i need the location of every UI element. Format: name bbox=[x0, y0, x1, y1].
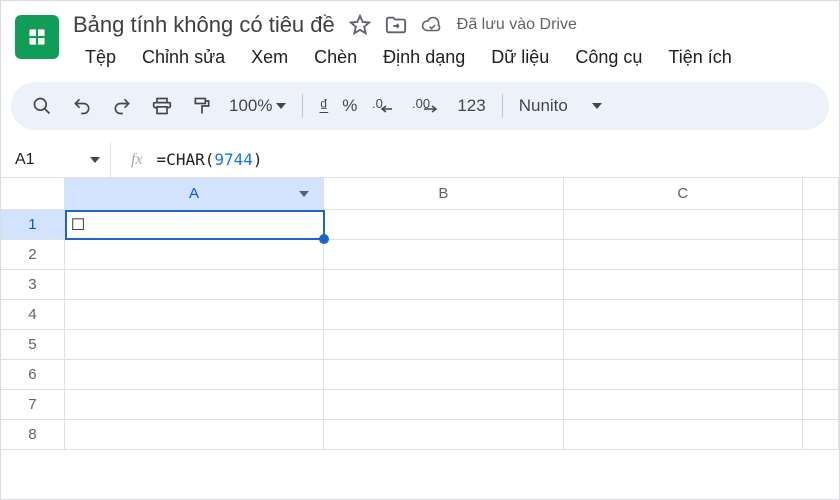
toolbar: 100% ₫ % .0 .00 123 Nunito bbox=[11, 82, 829, 130]
cell-a3[interactable] bbox=[65, 270, 324, 300]
cell-c1[interactable] bbox=[564, 210, 803, 240]
cell-c3[interactable] bbox=[564, 270, 803, 300]
menubar: Tệp Chỉnh sửa Xem Chèn Định dạng Dữ liệu… bbox=[73, 43, 823, 72]
cell-c5[interactable] bbox=[564, 330, 803, 360]
row-header-1[interactable]: 1 bbox=[1, 210, 65, 240]
font-select[interactable]: Nunito bbox=[515, 96, 606, 116]
star-icon[interactable] bbox=[349, 14, 371, 36]
menu-extensions[interactable]: Tiện ích bbox=[656, 43, 743, 72]
cell-d5[interactable] bbox=[803, 330, 839, 360]
cell-b7[interactable] bbox=[324, 390, 563, 420]
column-filter-icon[interactable] bbox=[299, 191, 309, 197]
increase-decimal-button[interactable]: .00 bbox=[407, 89, 447, 123]
toolbar-separator bbox=[302, 94, 303, 118]
saved-status-text: Đã lưu vào Drive bbox=[457, 16, 577, 34]
name-box-value: A1 bbox=[15, 151, 35, 169]
cell-a2[interactable] bbox=[65, 240, 324, 270]
move-to-folder-icon[interactable] bbox=[385, 14, 407, 36]
chevron-down-icon bbox=[592, 103, 602, 109]
cell-a6[interactable] bbox=[65, 360, 324, 390]
toolbar-separator bbox=[502, 94, 503, 118]
print-icon[interactable] bbox=[145, 89, 179, 123]
menu-file[interactable]: Tệp bbox=[73, 43, 128, 72]
formula-bar-row: A1 fx =CHAR(9744) bbox=[1, 142, 839, 178]
cell-b8[interactable] bbox=[324, 420, 563, 450]
row-header-4[interactable]: 4 bbox=[1, 300, 65, 330]
row-header-8[interactable]: 8 bbox=[1, 420, 65, 450]
cell-b2[interactable] bbox=[324, 240, 563, 270]
menu-view[interactable]: Xem bbox=[239, 43, 300, 72]
format-percent-button[interactable]: % bbox=[338, 96, 361, 116]
row-header-7[interactable]: 7 bbox=[1, 390, 65, 420]
spreadsheet-grid: A B C 1 ☐ 2 3 bbox=[1, 178, 839, 450]
cell-d4[interactable] bbox=[803, 300, 839, 330]
row-header-3[interactable]: 3 bbox=[1, 270, 65, 300]
select-all-corner[interactable] bbox=[1, 178, 65, 210]
menu-format[interactable]: Định dạng bbox=[371, 43, 477, 72]
more-formats-button[interactable]: 123 bbox=[453, 96, 489, 116]
font-name: Nunito bbox=[519, 96, 568, 116]
cell-b5[interactable] bbox=[324, 330, 563, 360]
cell-c6[interactable] bbox=[564, 360, 803, 390]
cell-d3[interactable] bbox=[803, 270, 839, 300]
decrease-decimal-button[interactable]: .0 bbox=[367, 89, 401, 123]
column-header-a[interactable]: A bbox=[65, 178, 324, 210]
cell-c2[interactable] bbox=[564, 240, 803, 270]
cell-a7[interactable] bbox=[65, 390, 324, 420]
cell-a1[interactable]: ☐ bbox=[65, 210, 324, 240]
search-icon[interactable] bbox=[25, 89, 59, 123]
cell-a4[interactable] bbox=[65, 300, 324, 330]
cell-d1[interactable] bbox=[803, 210, 839, 240]
fx-label: fx bbox=[111, 151, 157, 169]
row-header-2[interactable]: 2 bbox=[1, 240, 65, 270]
formula-input[interactable]: =CHAR(9744) bbox=[157, 150, 263, 169]
cell-b6[interactable] bbox=[324, 360, 563, 390]
cell-c7[interactable] bbox=[564, 390, 803, 420]
chevron-down-icon bbox=[276, 103, 286, 109]
menu-tools[interactable]: Công cụ bbox=[563, 43, 654, 72]
zoom-value: 100% bbox=[229, 96, 272, 116]
cell-b1[interactable] bbox=[324, 210, 563, 240]
name-box[interactable]: A1 bbox=[1, 142, 111, 177]
cell-a8[interactable] bbox=[65, 420, 324, 450]
cell-d7[interactable] bbox=[803, 390, 839, 420]
column-header-blank[interactable] bbox=[803, 178, 839, 210]
zoom-select[interactable]: 100% bbox=[225, 96, 290, 116]
format-currency-button[interactable]: ₫ bbox=[315, 96, 332, 116]
redo-icon[interactable] bbox=[105, 89, 139, 123]
cell-d6[interactable] bbox=[803, 360, 839, 390]
cell-b3[interactable] bbox=[324, 270, 563, 300]
chevron-down-icon bbox=[90, 157, 100, 163]
row-header-6[interactable]: 6 bbox=[1, 360, 65, 390]
sheets-logo[interactable] bbox=[15, 15, 59, 59]
column-header-c[interactable]: C bbox=[564, 178, 803, 210]
cell-c4[interactable] bbox=[564, 300, 803, 330]
row-header-5[interactable]: 5 bbox=[1, 330, 65, 360]
cell-d2[interactable] bbox=[803, 240, 839, 270]
column-header-b[interactable]: B bbox=[324, 178, 563, 210]
cell-b4[interactable] bbox=[324, 300, 563, 330]
cell-c8[interactable] bbox=[564, 420, 803, 450]
cell-d8[interactable] bbox=[803, 420, 839, 450]
document-title[interactable]: Bảng tính không có tiêu đề bbox=[73, 12, 335, 38]
cloud-saved-icon[interactable] bbox=[421, 14, 443, 36]
menu-edit[interactable]: Chỉnh sửa bbox=[130, 43, 237, 72]
paint-format-icon[interactable] bbox=[185, 89, 219, 123]
menu-data[interactable]: Dữ liệu bbox=[479, 43, 561, 72]
cell-a5[interactable] bbox=[65, 330, 324, 360]
menu-insert[interactable]: Chèn bbox=[302, 43, 369, 72]
undo-icon[interactable] bbox=[65, 89, 99, 123]
